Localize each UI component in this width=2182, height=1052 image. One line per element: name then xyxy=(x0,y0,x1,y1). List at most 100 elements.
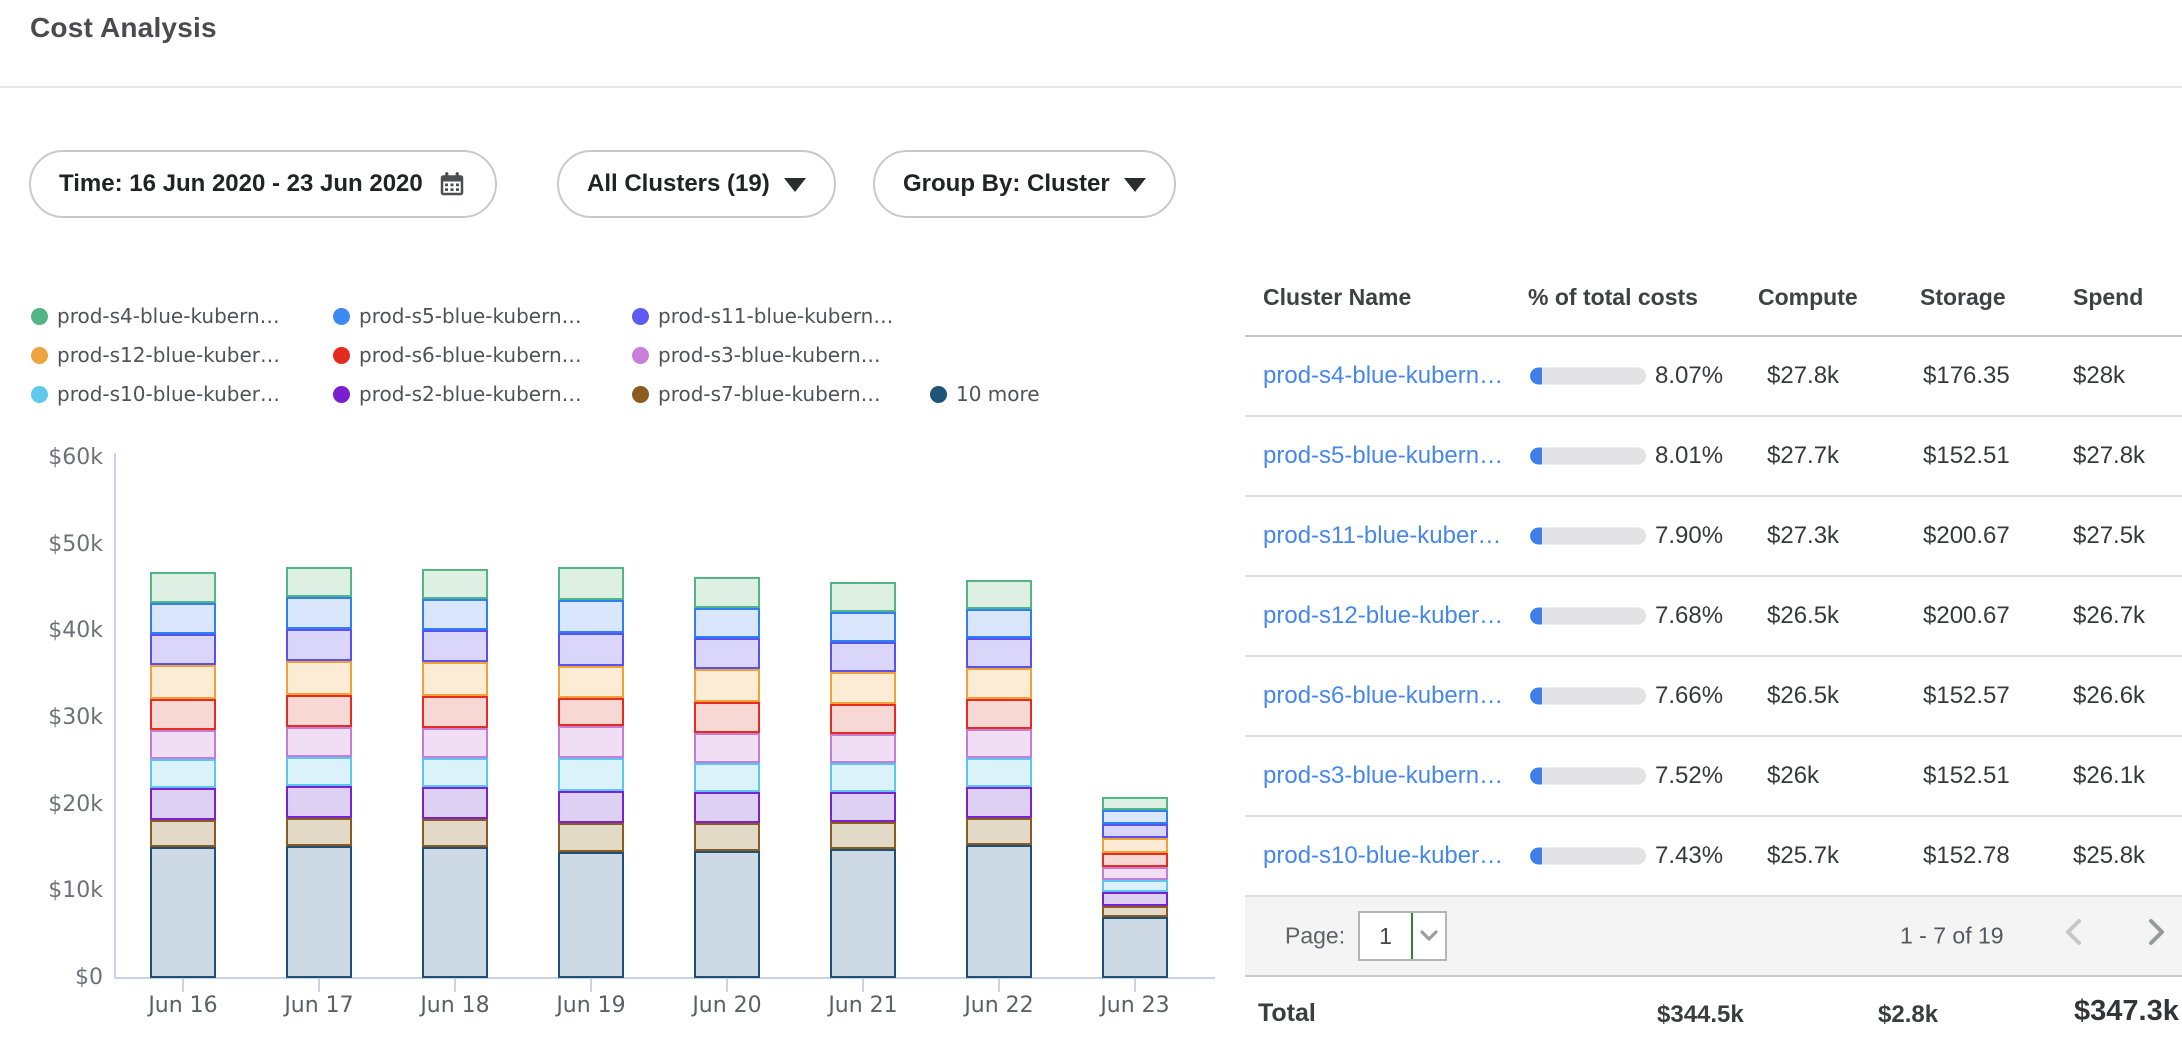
bar-segment[interactable] xyxy=(966,699,1032,729)
bar-segment[interactable] xyxy=(830,734,896,763)
legend-item[interactable]: prod-s5-blue-kubern… xyxy=(333,303,582,329)
bar-segment[interactable] xyxy=(558,758,624,791)
legend-item[interactable]: prod-s6-blue-kubern… xyxy=(333,342,582,368)
bar-segment[interactable] xyxy=(150,603,216,634)
bar-segment[interactable] xyxy=(150,634,216,665)
bar-segment[interactable] xyxy=(422,696,488,728)
stacked-bar[interactable] xyxy=(966,580,1032,978)
bar-segment[interactable] xyxy=(966,609,1032,638)
bar-segment[interactable] xyxy=(422,819,488,847)
bar-segment[interactable] xyxy=(694,702,760,733)
bar-segment[interactable] xyxy=(558,823,624,852)
bar-segment[interactable] xyxy=(966,787,1032,818)
bar-segment[interactable] xyxy=(694,851,760,978)
bar-segment[interactable] xyxy=(150,699,216,730)
bar-segment[interactable] xyxy=(966,845,1032,978)
bar-segment[interactable] xyxy=(422,599,488,630)
cluster-name-link[interactable]: prod-s4-blue-kubern… xyxy=(1263,362,1503,390)
bar-segment[interactable] xyxy=(694,763,760,792)
bar-segment[interactable] xyxy=(966,638,1032,668)
bar-segment[interactable] xyxy=(422,787,488,819)
bar-segment[interactable] xyxy=(558,726,624,758)
stacked-bar[interactable] xyxy=(830,582,896,978)
bar-segment[interactable] xyxy=(558,666,624,698)
bar-segment[interactable] xyxy=(422,758,488,787)
bar-segment[interactable] xyxy=(422,662,488,696)
cluster-name-link[interactable]: prod-s5-blue-kubern… xyxy=(1263,442,1503,470)
legend-item[interactable]: prod-s2-blue-kubern… xyxy=(333,381,582,407)
bar-segment[interactable] xyxy=(558,852,624,978)
bar-segment[interactable] xyxy=(286,695,352,727)
bar-segment[interactable] xyxy=(830,704,896,734)
bar-segment[interactable] xyxy=(150,820,216,847)
bar-segment[interactable] xyxy=(150,730,216,759)
bar-segment[interactable] xyxy=(830,642,896,672)
bar-segment[interactable] xyxy=(150,788,216,820)
bar-segment[interactable] xyxy=(1102,838,1168,853)
bar-segment[interactable] xyxy=(966,580,1032,609)
bar-segment[interactable] xyxy=(694,669,760,702)
bar-segment[interactable] xyxy=(830,792,896,822)
bar-segment[interactable] xyxy=(1102,892,1168,906)
bar-segment[interactable] xyxy=(1102,917,1168,978)
bar-segment[interactable] xyxy=(694,638,760,669)
bar-segment[interactable] xyxy=(286,757,352,786)
stacked-bar[interactable] xyxy=(150,572,216,978)
bar-segment[interactable] xyxy=(694,733,760,763)
legend-item[interactable]: prod-s12-blue-kuber… xyxy=(31,342,280,368)
chevron-left-icon[interactable] xyxy=(2062,917,2084,955)
bar-segment[interactable] xyxy=(1102,906,1168,917)
legend-item[interactable]: prod-s11-blue-kubern… xyxy=(632,303,893,329)
cluster-name-link[interactable]: prod-s11-blue-kuber… xyxy=(1263,522,1501,550)
bar-segment[interactable] xyxy=(966,729,1032,758)
bar-segment[interactable] xyxy=(558,698,624,726)
stacked-bar[interactable] xyxy=(422,569,488,978)
bar-segment[interactable] xyxy=(694,823,760,851)
bar-segment[interactable] xyxy=(1102,810,1168,824)
stacked-bar[interactable] xyxy=(1102,797,1168,978)
bar-segment[interactable] xyxy=(966,668,1032,699)
bar-segment[interactable] xyxy=(286,597,352,629)
legend-item[interactable]: 10 more xyxy=(930,381,1040,407)
bar-segment[interactable] xyxy=(286,567,352,597)
bar-segment[interactable] xyxy=(1102,867,1168,880)
stacked-bar[interactable] xyxy=(558,567,624,978)
bar-segment[interactable] xyxy=(558,791,624,823)
bar-segment[interactable] xyxy=(286,727,352,757)
bar-segment[interactable] xyxy=(694,577,760,608)
bar-segment[interactable] xyxy=(286,846,352,978)
bar-segment[interactable] xyxy=(1102,824,1168,838)
bar-segment[interactable] xyxy=(422,847,488,978)
cluster-name-link[interactable]: prod-s12-blue-kuber… xyxy=(1263,602,1503,630)
bar-segment[interactable] xyxy=(830,849,896,978)
bar-segment[interactable] xyxy=(422,569,488,599)
bar-segment[interactable] xyxy=(830,582,896,612)
bar-segment[interactable] xyxy=(830,822,896,849)
bar-segment[interactable] xyxy=(694,608,760,638)
page-select[interactable]: 1 xyxy=(1358,911,1447,961)
bar-segment[interactable] xyxy=(966,758,1032,787)
bar-segment[interactable] xyxy=(286,818,352,846)
bar-segment[interactable] xyxy=(558,600,624,633)
bar-segment[interactable] xyxy=(694,792,760,823)
group-by-filter[interactable]: Group By: Cluster xyxy=(873,150,1176,218)
bar-segment[interactable] xyxy=(286,786,352,818)
legend-item[interactable]: prod-s10-blue-kuber… xyxy=(31,381,280,407)
cluster-name-link[interactable]: prod-s3-blue-kubern… xyxy=(1263,762,1503,790)
bar-segment[interactable] xyxy=(1102,853,1168,867)
legend-item[interactable]: prod-s3-blue-kubern… xyxy=(632,342,881,368)
stacked-bar[interactable] xyxy=(694,577,760,978)
bar-segment[interactable] xyxy=(830,672,896,704)
bar-segment[interactable] xyxy=(150,572,216,603)
bar-segment[interactable] xyxy=(1102,880,1168,892)
stacked-bar[interactable] xyxy=(286,567,352,978)
cluster-name-link[interactable]: prod-s10-blue-kuber… xyxy=(1263,842,1503,870)
bar-segment[interactable] xyxy=(1102,797,1168,810)
bar-segment[interactable] xyxy=(830,612,896,642)
legend-item[interactable]: prod-s7-blue-kubern… xyxy=(632,381,881,407)
legend-item[interactable]: prod-s4-blue-kubern… xyxy=(31,303,280,329)
bar-segment[interactable] xyxy=(422,630,488,662)
cluster-name-link[interactable]: prod-s6-blue-kubern… xyxy=(1263,682,1503,710)
bar-segment[interactable] xyxy=(966,818,1032,845)
bar-segment[interactable] xyxy=(150,847,216,978)
